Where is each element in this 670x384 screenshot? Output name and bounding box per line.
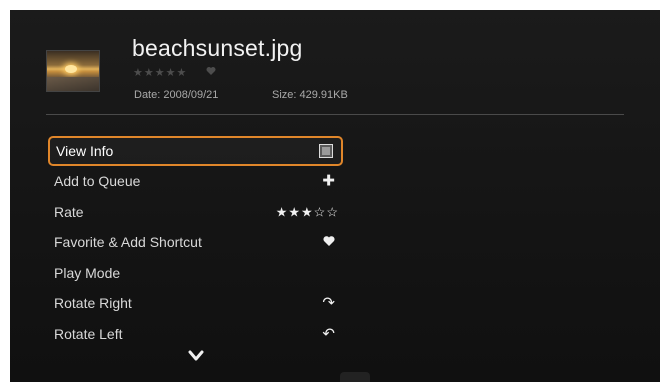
file-rating-stars: ★★★★★ xyxy=(133,67,188,79)
menu-item-label: Favorite & Add Shortcut xyxy=(54,234,202,251)
menu-item-label: Play Mode xyxy=(54,264,121,281)
plus-icon: ✚ xyxy=(322,172,335,190)
screen: beachsunset.jpg ★★★★★ Date: 2008/09/21 S… xyxy=(10,10,660,382)
header-divider xyxy=(46,114,624,115)
file-title: beachsunset.jpg xyxy=(132,35,303,61)
file-size: Size: 429.91KB xyxy=(272,89,348,101)
heart-icon xyxy=(323,235,335,250)
favorite-heart-icon xyxy=(206,67,216,75)
file-header: beachsunset.jpg ★★★★★ Date: 2008/09/21 S… xyxy=(10,10,660,120)
menu-item-label: Rotate Right xyxy=(54,295,132,312)
rotate-left-icon: ↶ xyxy=(322,325,335,343)
menu-item-label: Rotate Left xyxy=(54,325,123,342)
menu-item-favorite[interactable]: Favorite & Add Shortcut xyxy=(48,227,343,258)
scroll-down-chevron-icon[interactable] xyxy=(188,350,204,362)
rotate-right-icon: ↷ xyxy=(322,294,335,312)
menu-item-view-info[interactable]: View Info xyxy=(48,136,343,166)
menu-item-rotate-left[interactable]: Rotate Left ↶ xyxy=(48,319,343,350)
photo-thumbnail xyxy=(46,50,100,92)
sand-graphic xyxy=(47,77,99,91)
bottom-indicator xyxy=(340,372,370,382)
menu-item-label: Add to Queue xyxy=(54,173,141,190)
file-date: Date: 2008/09/21 xyxy=(134,89,219,101)
menu-item-add-to-queue[interactable]: Add to Queue ✚ xyxy=(48,166,343,197)
sun-graphic xyxy=(65,65,77,73)
options-menu: View Info Add to Queue ✚ Rate ★★★☆☆ Favo… xyxy=(48,136,343,349)
menu-item-rotate-right[interactable]: Rotate Right ↷ xyxy=(48,288,343,319)
rating-stars-icon: ★★★☆☆ xyxy=(275,204,339,220)
menu-item-play-mode[interactable]: Play Mode xyxy=(48,258,343,289)
menu-item-rate[interactable]: Rate ★★★☆☆ xyxy=(48,197,343,228)
info-box-icon xyxy=(319,144,333,158)
menu-item-label: View Info xyxy=(56,143,114,159)
